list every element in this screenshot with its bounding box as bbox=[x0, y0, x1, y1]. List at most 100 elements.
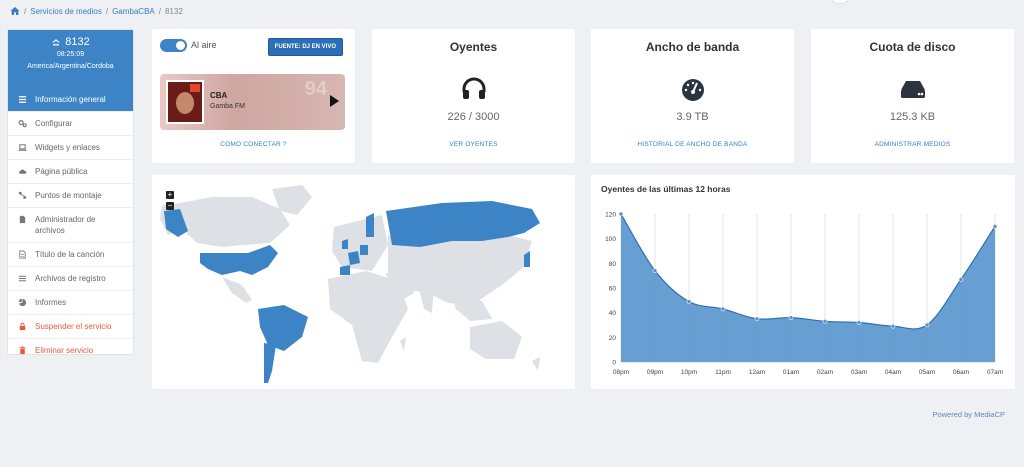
breadcrumb-current: 8132 bbox=[164, 6, 183, 16]
x-tick-label: 08pm bbox=[613, 369, 629, 376]
pie-icon bbox=[18, 298, 27, 307]
y-tick-label: 120 bbox=[605, 212, 616, 219]
data-point bbox=[856, 320, 862, 325]
data-point bbox=[822, 319, 828, 324]
y-tick-label: 40 bbox=[609, 310, 617, 317]
map-sweden bbox=[366, 213, 374, 237]
map-australia bbox=[470, 321, 522, 359]
onair-toggle[interactable] bbox=[160, 39, 187, 52]
disk-card: Cuota de disco 125.3 KB ADMINISTRAR MEDI… bbox=[811, 29, 1014, 163]
sidebar-item-label: Información general bbox=[35, 95, 106, 104]
sidebar-item-label: Widgets y enlaces bbox=[35, 143, 100, 152]
sitemap-icon bbox=[18, 191, 27, 199]
sidebar-item-file-text[interactable]: Título de la canción bbox=[8, 243, 133, 267]
player-station: Gamba FM bbox=[210, 103, 246, 110]
file-text-icon bbox=[19, 250, 26, 259]
map-usa bbox=[200, 245, 278, 275]
y-tick-label: 0 bbox=[612, 360, 616, 367]
connect-link[interactable]: COMO CONECTAR ? bbox=[152, 141, 355, 148]
server-id: 8132 bbox=[65, 36, 90, 48]
sidebar-item-lock[interactable]: Suspender el servicio bbox=[8, 315, 133, 339]
player-name: CBA bbox=[210, 91, 228, 100]
data-point bbox=[618, 211, 624, 217]
bandwidth-history-link[interactable]: HISTORIAL DE ANCHO DE BANDA bbox=[591, 141, 794, 148]
breadcrumb-service[interactable]: GambaCBA bbox=[112, 7, 155, 16]
sidebar-item-label: Informes bbox=[35, 298, 67, 307]
sidebar-item-label: Administrador de archivos bbox=[35, 215, 96, 235]
sidebar-item-label: Archivos de registro bbox=[35, 274, 106, 283]
sidebar-menu: Información general Configurar Widgets y e… bbox=[8, 88, 133, 363]
gauge-icon bbox=[681, 79, 704, 101]
map-nz bbox=[532, 357, 540, 371]
cloud-icon bbox=[19, 169, 27, 174]
y-tick-label: 20 bbox=[609, 335, 617, 342]
zoom-out-button[interactable]: − bbox=[166, 202, 174, 210]
listeners-chart: 0 20 40 60 80 100 120 08pm 09pm 10pm 11pm 12am 01am 0… bbox=[605, 211, 1003, 377]
manage-media-link[interactable]: ADMINISTRAR MEDIOS bbox=[811, 141, 1014, 148]
data-point bbox=[890, 323, 896, 329]
player-background-art: 94 bbox=[304, 78, 327, 100]
x-tick-label: 09pm bbox=[647, 369, 663, 376]
home-icon[interactable] bbox=[10, 6, 20, 16]
sidebar-item-pie[interactable]: Informes bbox=[8, 291, 133, 315]
data-point bbox=[652, 268, 658, 274]
sidebar-item-label: Eliminar servicio bbox=[35, 346, 94, 355]
breadcrumb: / Servicios de medios / GambaCBA / 8132 bbox=[10, 6, 183, 16]
data-point bbox=[754, 316, 760, 322]
lines-icon bbox=[18, 275, 27, 282]
sidebar-item-label: Página pública bbox=[35, 167, 88, 176]
listeners-card: Oyentes 226 / 3000 VER OYENTES bbox=[372, 29, 575, 163]
server-status-icon bbox=[52, 38, 61, 45]
map-india bbox=[418, 285, 434, 313]
listeners-chart-card: Oyentes de las últimas 12 horas 0 20 40 60 8… bbox=[591, 175, 1015, 389]
play-icon[interactable] bbox=[330, 95, 339, 107]
disk-value: 125.3 KB bbox=[889, 111, 936, 123]
source-button[interactable]: FUENTE: DJ EN VIVO bbox=[267, 38, 343, 56]
sidebar-item-lines[interactable]: Archivos de registro bbox=[8, 267, 133, 291]
data-point bbox=[788, 315, 794, 320]
chart-title: Oyentes de las últimas 12 horas bbox=[601, 184, 731, 194]
x-tick-label: 03am bbox=[851, 369, 867, 376]
album-art bbox=[166, 80, 204, 124]
listeners-title: Oyentes bbox=[449, 40, 498, 54]
bandwidth-title: Ancho de banda bbox=[645, 40, 740, 54]
x-tick-label: 01am bbox=[783, 369, 799, 376]
x-tick-label: 05am bbox=[919, 369, 935, 376]
data-point bbox=[686, 299, 692, 304]
powered-by[interactable]: Powered by MediaCP bbox=[932, 410, 1005, 419]
sidebar-item-label: Puntos de montaje bbox=[35, 191, 102, 200]
y-tick-label: 100 bbox=[605, 236, 616, 243]
sidebar-item-list[interactable]: Información general bbox=[8, 88, 133, 112]
breadcrumb-media-services[interactable]: Servicios de medios bbox=[30, 7, 102, 16]
onair-label: Al aire bbox=[191, 40, 217, 50]
trash-icon bbox=[19, 346, 26, 355]
view-listeners-link[interactable]: VER OYENTES bbox=[372, 141, 575, 148]
world-map bbox=[160, 185, 540, 383]
sidebar-item-gears[interactable]: Configurar bbox=[8, 112, 133, 136]
x-tick-label: 06am bbox=[953, 369, 969, 376]
sidebar-item-label: Suspender el servicio bbox=[35, 322, 112, 331]
server-header: 8132 08:25:09 America/Argentina/Cordoba bbox=[8, 30, 133, 88]
hdd-icon bbox=[900, 81, 925, 98]
sidebar-item-label: Título de la canción bbox=[35, 250, 105, 259]
sidebar-item-trash[interactable]: Eliminar servicio bbox=[8, 339, 133, 363]
sidebar-item-laptop[interactable]: Widgets y enlaces bbox=[8, 136, 133, 160]
lock-icon bbox=[19, 322, 26, 331]
audio-player[interactable]: 94 CBA Gamba FM bbox=[160, 74, 345, 130]
sidebar-item-file[interactable]: Administrador de archivos bbox=[8, 208, 133, 243]
sidebar-item-sitemap[interactable]: Puntos de montaje bbox=[8, 184, 133, 208]
map-canada bbox=[180, 197, 290, 247]
bandwidth-card: Ancho de banda 3.9 TB HISTORIAL DE ANCHO… bbox=[591, 29, 794, 163]
zoom-in-button[interactable]: + bbox=[166, 191, 174, 199]
sidebar-item-label: Configurar bbox=[35, 119, 73, 128]
headphones-icon bbox=[462, 77, 485, 99]
x-tick-label: 12am bbox=[749, 369, 765, 376]
sidebar-item-cloud[interactable]: Página pública bbox=[8, 160, 133, 184]
map-germany bbox=[360, 245, 368, 255]
disk-title: Cuota de disco bbox=[869, 40, 956, 54]
y-tick-label: 60 bbox=[609, 286, 617, 293]
top-handle bbox=[829, 0, 851, 4]
sidebar: 8132 08:25:09 America/Argentina/Cordoba … bbox=[7, 29, 134, 363]
listener-map[interactable]: + − bbox=[152, 175, 575, 389]
server-timezone: America/Argentina/Cordoba bbox=[27, 63, 114, 70]
